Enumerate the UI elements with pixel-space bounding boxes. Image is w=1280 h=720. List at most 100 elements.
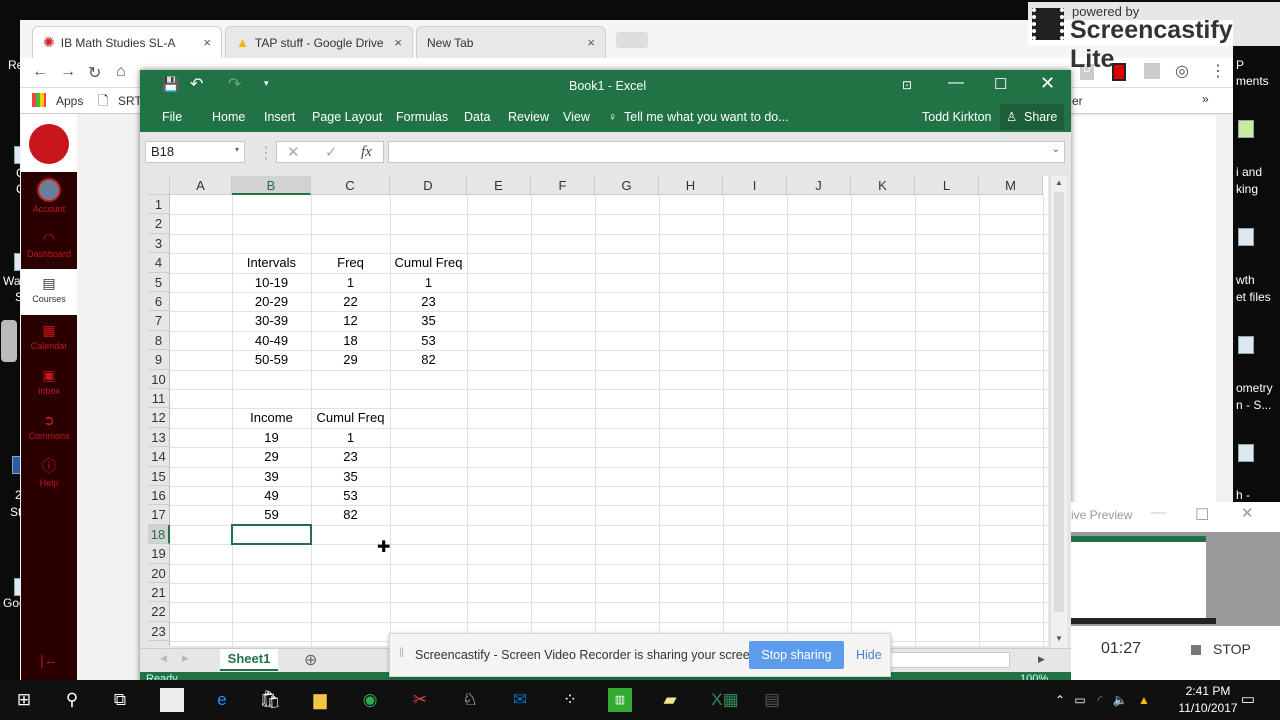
column-header[interactable]: K [851,176,915,195]
nav-calendar[interactable]: ▦ Calendar [21,322,77,351]
expand-formula-icon[interactable]: ⌄ [1052,144,1060,155]
cell[interactable]: 20-29 [232,292,311,311]
cell[interactable]: 29 [311,350,390,369]
maximize-icon[interactable]: ☐ [994,75,1007,93]
enter-icon[interactable]: ✓ [325,143,338,161]
row-header[interactable]: 8 [148,330,170,351]
row-header[interactable]: 11 [148,389,170,409]
cell[interactable]: 39 [232,467,311,486]
maximize-icon[interactable]: ☐ [1195,505,1209,525]
selected-cell-b18[interactable] [231,523,312,546]
row-header[interactable]: 18 [148,524,170,545]
cell[interactable]: 1 [390,273,467,292]
minimize-icon[interactable]: — [1151,504,1167,522]
cell[interactable]: 23 [311,447,390,466]
bookmark-partial[interactable]: er [1072,94,1083,108]
page-scrollbar[interactable] [1216,116,1232,536]
tab-google-drive[interactable]: ▲ TAP stuff - Google Drive × [225,26,413,58]
row-header[interactable]: 13 [148,427,170,448]
row-header[interactable]: 17 [148,505,170,525]
drive-sync-icon[interactable]: ▲ [1132,688,1156,712]
chrome-icon[interactable]: ◉ [358,688,382,712]
worksheet-grid[interactable]: A B C D E F G H I J K L M 1 2 3 4 5 6 7 8 9 10 11 12 13 14 15 16 17 18… [148,176,1048,646]
row-header[interactable]: 19 [148,544,170,564]
column-header[interactable]: M [979,176,1043,195]
nav-courses[interactable]: ▤ Courses [21,269,77,315]
bookmarks-overflow[interactable]: » [1202,92,1209,106]
row-header[interactable]: 6 [148,292,170,312]
action-center-icon[interactable]: ▭ [1236,688,1260,712]
cell[interactable]: 53 [311,486,390,505]
bookmark-srt[interactable]: SRT [118,94,142,108]
tab-home[interactable]: Home [212,110,245,124]
close-tab-icon[interactable]: × [203,35,211,50]
ribbon-display-icon[interactable]: ⊡ [902,78,912,92]
cell[interactable]: 82 [390,350,467,369]
horizontal-scrollbar[interactable] [888,652,1010,668]
scroll-right-icon[interactable]: ▶ [1038,654,1045,665]
scroll-thumb[interactable] [1054,192,1064,612]
tab-view[interactable]: View [563,110,590,124]
column-header[interactable]: L [915,176,979,195]
tab-new-tab[interactable]: New Tab × [416,26,606,58]
reload-icon[interactable]: ↻ [88,63,101,83]
app-green-icon[interactable]: ▥ [608,688,632,712]
cell[interactable]: 12 [311,311,390,330]
column-header[interactable]: E [467,176,531,195]
undo-icon[interactable]: ↶ [190,74,203,94]
add-sheet-icon[interactable]: ⊕ [304,650,317,670]
tell-me-box[interactable]: Tell me what you want to do... [624,110,789,124]
prev-sheet-icon[interactable]: ◀ [160,653,167,664]
column-header[interactable]: C [311,176,390,195]
next-sheet-icon[interactable]: ▶ [182,653,189,664]
row-header[interactable]: 10 [148,369,170,389]
cell[interactable]: 53 [390,331,467,350]
tab-formulas[interactable]: Formulas [396,110,448,124]
drag-handle-icon[interactable]: ‖ [399,646,404,660]
loading-app-icon[interactable]: ⁘ [558,688,582,712]
row-header[interactable]: 2 [148,214,170,234]
tab-file[interactable]: File [162,110,182,124]
customize-qat-icon[interactable]: ▾ [264,78,269,89]
column-header[interactable]: A [170,176,232,195]
row-header[interactable]: 16 [148,486,170,506]
excel-taskbar-icon[interactable]: X▦ [708,688,742,712]
cell[interactable]: Cumul Freq [390,253,467,272]
column-header[interactable]: J [787,176,851,195]
column-header[interactable]: H [659,176,723,195]
scroll-down-icon[interactable]: ▼ [1055,634,1063,643]
close-icon[interactable]: ✕ [1040,73,1055,94]
insert-function-icon[interactable]: fx [361,144,372,161]
tab-ib-math[interactable]: ✺ IB Math Studies SL-A × [32,26,222,58]
cell[interactable]: Cumul Freq [311,408,390,427]
store-icon[interactable]: 🛍 [258,688,282,712]
cell[interactable]: 35 [311,467,390,486]
cell[interactable]: 23 [390,292,467,311]
row-header[interactable]: 12 [148,408,170,428]
formula-input[interactable]: ⌄ [388,141,1065,163]
file-explorer-icon[interactable]: ▆ [308,688,332,712]
row-header[interactable]: 24 [148,641,170,646]
column-header[interactable]: D [390,176,467,195]
sticky-notes-icon[interactable]: ▰ [658,688,682,712]
redo-icon[interactable]: ↷ [228,74,241,94]
hide-button[interactable]: Hide [856,648,882,662]
edge-icon[interactable]: e [210,688,234,712]
stop-sharing-button[interactable]: Stop sharing [749,641,844,669]
vertical-scrollbar[interactable]: ▲ ▼ [1050,176,1067,648]
clock-date[interactable]: 11/10/2017 [1170,701,1246,715]
cell[interactable]: 40-49 [232,331,311,350]
task-view-icon[interactable]: ⧉ [108,688,132,712]
select-all-corner[interactable] [148,176,170,195]
start-icon[interactable]: ⊞ [12,688,36,712]
cell[interactable]: 22 [311,292,390,311]
nav-account[interactable]: Account [21,178,77,214]
nav-dashboard[interactable]: ◠ Dashboard [21,230,77,259]
row-header[interactable]: 7 [148,311,170,331]
row-header[interactable]: 5 [148,272,170,292]
row-header[interactable]: 23 [148,621,170,642]
row-header[interactable]: 3 [148,233,170,254]
bookmark-apps[interactable]: Apps [56,94,83,108]
row-header[interactable]: 1 [148,195,170,215]
new-tab-button[interactable] [616,32,648,48]
